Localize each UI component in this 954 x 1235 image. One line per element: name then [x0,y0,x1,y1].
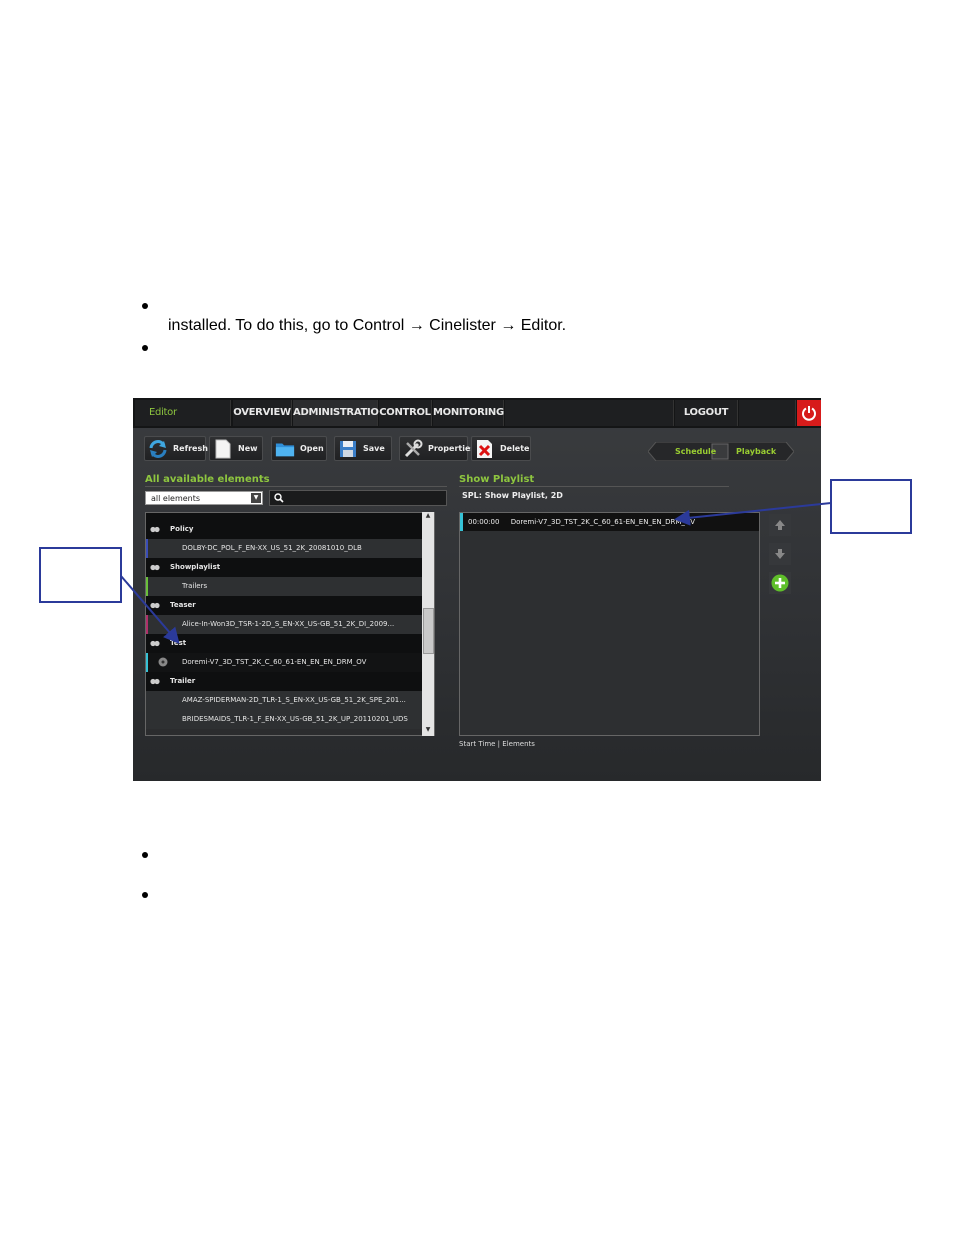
power-button[interactable] [797,400,821,426]
delete-button[interactable]: Delete [471,436,531,461]
callout-box-right [830,479,912,534]
divider [145,486,447,487]
bullet-4 [142,892,148,898]
list-item[interactable]: Trailers [146,577,434,596]
film-reel-icon [150,564,160,570]
save-label: Save [363,444,385,453]
film-reel-icon [150,640,160,646]
refresh-icon [148,439,168,459]
new-label: New [238,444,258,453]
list-item[interactable]: Alice-In-Won3D_TSR-1-2D_S_EN-XX_US-GB_51… [146,615,434,634]
item-label: Trailers [182,582,208,590]
filter-value: all elements [151,494,201,503]
nav-logout[interactable]: LOGOUT [675,400,738,426]
film-reel-icon [150,678,160,684]
move-down-button[interactable] [769,543,791,565]
film-reel-icon [150,526,160,532]
new-button[interactable]: New [209,436,263,461]
refresh-label: Refresh [173,444,208,453]
open-label: Open [300,444,324,453]
playlist-footer: Start Time | Elements [459,740,535,748]
add-icon [771,574,789,592]
new-document-icon [213,439,233,459]
playlist-element-name: Doremi-V7_3D_TST_2K_C_60_61-EN_EN_EN_DRM… [510,518,696,526]
item-label: DOLBY-DC_POL_F_EN-XX_US_51_2K_20081010_D… [182,544,362,552]
category-row[interactable]: Trailer [146,672,434,691]
element-filter-select[interactable]: all elements ▼ [145,491,263,505]
nav-editor[interactable]: Editor [135,400,231,426]
category-label: Test [170,639,187,647]
nav-monitoring[interactable]: MONITORING [433,400,504,426]
list-item[interactable]: AMAZ-SPIDERMAN-2D_TLR-1_S_EN-XX_US-GB_51… [146,691,434,710]
category-row[interactable]: Policy [146,520,434,539]
category-label: Trailer [170,677,196,685]
film-reel-icon [150,602,160,608]
divider [459,486,729,487]
delete-x-icon [475,439,495,459]
category-label: Showplaylist [170,563,221,571]
move-up-button[interactable] [769,514,791,536]
elements-list[interactable]: Policy DOLBY-DC_POL_F_EN-XX_US_51_2K_200… [145,512,435,736]
save-button[interactable]: Save [334,436,392,461]
list-partial-row [146,513,434,520]
arrow-up-icon [775,520,785,530]
nav-overview[interactable]: OVERVIEW [233,400,292,426]
playlist-start-time: 00:00:00 [468,518,500,526]
item-label: Alice-In-Won3D_TSR-1-2D_S_EN-XX_US-GB_51… [182,620,395,628]
search-icon [274,493,284,503]
nav-control[interactable]: CONTROL [379,400,432,426]
nav-spacer-2 [739,400,796,426]
elements-scrollbar[interactable]: ▲ ▼ [422,512,434,736]
category-row[interactable]: Showplaylist [146,558,434,577]
reel-status-icon [158,657,168,667]
scroll-down-arrow[interactable]: ▼ [422,726,434,736]
playback-label[interactable]: Playback [736,442,776,461]
folder-icon [275,439,295,459]
properties-button[interactable]: Properties [399,436,475,461]
category-row[interactable]: Test [146,634,434,653]
spl-name: SPL: Show Playlist, 2D [462,491,563,500]
playlist-panel[interactable]: 00:00:00 Doremi-V7_3D_TST_2K_C_60_61-EN_… [459,512,760,736]
category-label: Teaser [170,601,196,609]
category-row[interactable]: Teaser [146,596,434,615]
list-item[interactable]: DOLBY-DC_POL_F_EN-XX_US_51_2K_20081010_D… [146,539,434,558]
properties-label: Properties [428,444,476,453]
available-elements-title: All available elements [145,474,270,485]
instruction-text: installed. To do this, go to Control → C… [168,317,567,334]
top-nav-bar: Editor OVERVIEW ADMINISTRATION CONTROL M… [133,398,821,428]
mode-switch[interactable]: Schedule Playback [648,442,794,461]
show-playlist-title: Show Playlist [459,474,535,485]
delete-label: Delete [500,444,530,453]
playlist-row[interactable]: 00:00:00 Doremi-V7_3D_TST_2K_C_60_61-EN_… [460,513,759,531]
bullet-3 [142,852,148,858]
open-button[interactable]: Open [271,436,327,461]
list-item[interactable]: BRIDESMAIDS_TLR-1_F_EN-XX_US-GB_51_2K_UP… [146,710,434,729]
nav-spacer [505,400,674,426]
scroll-thumb[interactable] [423,608,434,654]
tools-icon [403,439,423,459]
list-item-selected[interactable]: Doremi-V7_3D_TST_2K_C_60_61-EN_EN_EN_DRM… [146,653,434,672]
search-input[interactable] [269,490,447,506]
scroll-up-arrow[interactable]: ▲ [422,512,434,522]
callout-box-left [39,547,122,603]
category-label: Policy [170,525,194,533]
item-label: BRIDESMAIDS_TLR-1_F_EN-XX_US-GB_51_2K_UP… [182,715,408,723]
schedule-label[interactable]: Schedule [675,442,716,461]
chevron-down-icon: ▼ [251,493,261,503]
bullet-1 [142,303,148,309]
add-button[interactable] [769,572,791,594]
power-icon [802,406,816,421]
item-label: Doremi-V7_3D_TST_2K_C_60_61-EN_EN_EN_DRM… [182,658,367,666]
floppy-disk-icon [338,439,358,459]
item-label: AMAZ-SPIDERMAN-2D_TLR-1_S_EN-XX_US-GB_51… [182,696,406,704]
nav-administration[interactable]: ADMINISTRATION [293,400,387,426]
refresh-button[interactable]: Refresh [144,436,208,461]
editor-screenshot: Editor OVERVIEW ADMINISTRATION CONTROL M… [133,398,821,781]
bullet-2 [142,345,148,351]
arrow-down-icon [775,549,785,559]
